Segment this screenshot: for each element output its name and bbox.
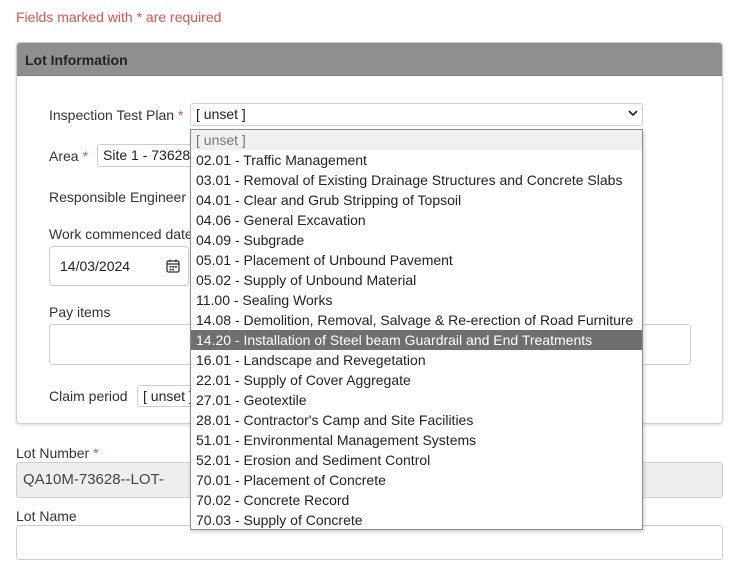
dropdown-option[interactable]: 11.00 - Sealing Works [191, 290, 642, 310]
dropdown-option[interactable]: 02.01 - Traffic Management [191, 150, 642, 170]
dropdown-option[interactable]: 16.01 - Landscape and Revegetation [191, 350, 642, 370]
area-label-text: Area [49, 148, 79, 164]
work-commenced-label: Work commenced date [49, 226, 193, 242]
itp-dropdown-list[interactable]: [ unset ] 02.01 - Traffic Management 03.01… [190, 129, 643, 530]
dropdown-option[interactable]: 28.01 - Contractor's Camp and Site Facil… [191, 410, 642, 430]
dropdown-option[interactable]: [ unset ] [191, 130, 642, 150]
dropdown-option[interactable]: 22.01 - Supply of Cover Aggregate [191, 370, 642, 390]
panel-title: Lot Information [17, 43, 722, 76]
lot-number-label-text: Lot Number [16, 445, 90, 461]
dropdown-option[interactable]: 05.02 - Supply of Unbound Material [191, 270, 642, 290]
dropdown-option[interactable]: 05.01 - Placement of Unbound Pavement [191, 250, 642, 270]
dropdown-option[interactable]: 04.01 - Clear and Grub Stripping of Tops… [191, 190, 642, 210]
claim-period-label: Claim period [49, 388, 128, 404]
dropdown-option[interactable]: 70.02 - Concrete Record [191, 490, 642, 510]
claim-period-value: [ unset ] [143, 388, 193, 404]
itp-select[interactable]: [ unset ] [190, 103, 643, 126]
work-commenced-date-value: 14/03/2024 [60, 258, 131, 274]
lot-name-label: Lot Name [16, 508, 77, 524]
dropdown-option[interactable]: 14.08 - Demolition, Removal, Salvage & R… [191, 310, 642, 330]
chevron-down-icon [628, 110, 638, 117]
dropdown-option[interactable]: 51.01 - Environmental Management Systems [191, 430, 642, 450]
itp-label: Inspection Test Plan * [49, 107, 184, 123]
engineer-label: Responsible Engineer* [49, 189, 195, 205]
dropdown-option[interactable]: 52.01 - Erosion and Sediment Control [191, 450, 642, 470]
dropdown-option[interactable]: 04.06 - General Excavation [191, 210, 642, 230]
work-commenced-date-input[interactable]: 14/03/2024 [49, 246, 189, 286]
lot-number-label: Lot Number * [16, 445, 99, 461]
engineer-label-text: Responsible Engineer [49, 189, 186, 205]
itp-label-text: Inspection Test Plan [49, 107, 175, 123]
area-label: Area * [49, 148, 88, 164]
calendar-icon[interactable] [166, 259, 180, 273]
dropdown-option[interactable]: 27.01 - Geotextile [191, 390, 642, 410]
required-star: * [178, 107, 184, 123]
lot-number-value: QA10M-73628--LOT- [23, 471, 164, 488]
dropdown-option[interactable]: 04.09 - Subgrade [191, 230, 642, 250]
lot-name-field[interactable] [16, 525, 723, 560]
required-star: * [82, 148, 89, 164]
dropdown-option[interactable]: 70.03 - Supply of Concrete [191, 510, 642, 530]
itp-select-value: [ unset ] [196, 106, 246, 122]
area-select-value: Site 1 - 73628 [103, 147, 191, 163]
claim-period-select[interactable]: [ unset ] [137, 385, 197, 407]
required-fields-note: Fields marked with * are required [16, 9, 222, 25]
required-star: * [93, 445, 99, 461]
dropdown-option[interactable]: 03.01 - Removal of Existing Drainage Str… [191, 170, 642, 190]
pay-items-label: Pay items [49, 304, 111, 320]
dropdown-option[interactable]: 70.01 - Placement of Concrete [191, 470, 642, 490]
dropdown-option[interactable]: 14.20 - Installation of Steel beam Guard… [191, 330, 642, 350]
